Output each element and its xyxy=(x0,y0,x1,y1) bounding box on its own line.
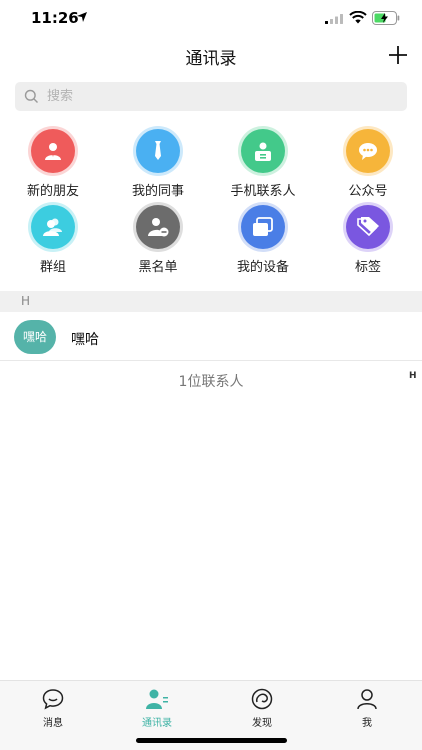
tab-profile[interactable]: 我 xyxy=(332,687,402,729)
chat-bubble-icon xyxy=(346,129,390,173)
tab-discover[interactable]: 发现 xyxy=(227,687,297,729)
shortcut-label: 我的设备 xyxy=(236,260,289,275)
tag-icon xyxy=(346,205,390,249)
shortcut-new-friend[interactable]: 新的朋友 xyxy=(8,129,98,199)
search-bar[interactable] xyxy=(15,82,407,111)
search-icon xyxy=(24,89,38,103)
shortcut-label: 我的同事 xyxy=(131,184,184,199)
battery-charging-icon xyxy=(372,11,400,25)
status-time: 11:26 xyxy=(31,9,79,27)
add-icon[interactable] xyxy=(387,44,409,66)
shortcut-tags[interactable]: 标签 xyxy=(323,205,413,275)
profile-icon xyxy=(357,689,377,710)
shortcut-official-accounts[interactable]: 公众号 xyxy=(323,129,413,199)
phone-contact-icon xyxy=(241,129,285,173)
status-bar: 11:26 xyxy=(0,0,422,38)
contacts-icon xyxy=(146,689,168,709)
page-title: 通讯录 xyxy=(185,49,237,69)
contact-count: 1位联系人 xyxy=(178,374,244,390)
shortcut-blacklist[interactable]: 黑名单 xyxy=(113,205,203,275)
tab-label: 我 xyxy=(362,718,372,729)
discover-icon xyxy=(251,688,273,710)
location-arrow-icon xyxy=(77,12,87,22)
wifi-icon xyxy=(349,11,367,24)
message-icon xyxy=(42,689,64,710)
device-icon xyxy=(241,205,285,249)
group-icon xyxy=(31,205,75,249)
avatar: 嘿哈 xyxy=(14,320,56,354)
section-letter: H xyxy=(21,294,31,308)
home-indicator xyxy=(136,738,287,743)
colleague-tie-icon xyxy=(136,129,180,173)
shortcut-label: 群组 xyxy=(39,260,66,275)
cellular-signal-icon xyxy=(325,14,343,24)
shortcut-my-devices[interactable]: 我的设备 xyxy=(218,205,308,275)
tab-label: 通讯录 xyxy=(142,718,172,729)
tab-contacts[interactable]: 通讯录 xyxy=(122,687,192,729)
shortcut-label: 公众号 xyxy=(348,184,388,199)
shortcut-group[interactable]: 群组 xyxy=(8,205,98,275)
index-bar-letter[interactable]: H xyxy=(409,371,417,381)
shortcut-label: 黑名单 xyxy=(138,260,178,275)
tab-messages[interactable]: 消息 xyxy=(18,687,88,729)
tab-label: 消息 xyxy=(43,718,63,729)
contact-row[interactable]: 嘿哈 嘿哈 xyxy=(0,313,422,361)
shortcut-label: 标签 xyxy=(354,260,381,275)
shortcut-label: 手机联系人 xyxy=(230,184,296,199)
shortcut-phone-contacts[interactable]: 手机联系人 xyxy=(218,129,308,199)
search-input[interactable] xyxy=(47,82,387,111)
shortcut-colleague[interactable]: 我的同事 xyxy=(113,129,203,199)
shortcut-label: 新的朋友 xyxy=(26,184,79,199)
contact-name: 嘿哈 xyxy=(71,332,99,348)
blacklist-icon xyxy=(136,205,180,249)
tab-label: 发现 xyxy=(252,718,272,729)
new-friend-icon xyxy=(31,129,75,173)
section-header: H xyxy=(0,291,422,312)
